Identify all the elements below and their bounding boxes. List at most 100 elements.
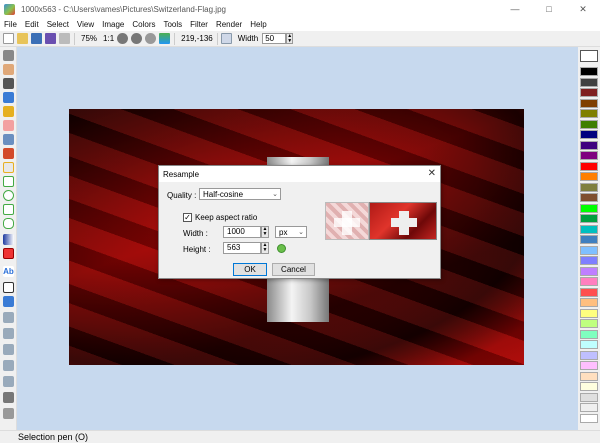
toolbar-divider (216, 32, 218, 45)
actual-size-button[interactable]: 1:1 (103, 34, 114, 43)
preview-cross (391, 218, 417, 227)
color-swatch[interactable] (580, 361, 598, 370)
width-spinner[interactable]: ▲ ▼ (261, 226, 269, 238)
color-swatch[interactable] (580, 256, 598, 265)
color-swatch[interactable] (580, 319, 598, 328)
color-swatch[interactable] (580, 224, 598, 234)
color-swatch[interactable] (580, 161, 598, 171)
color-swatch[interactable] (580, 182, 598, 192)
color-swatch[interactable] (580, 329, 598, 339)
layers-icon[interactable] (159, 33, 171, 44)
quality-select[interactable]: Half-cosine ⌄ (199, 188, 281, 200)
color-swatch[interactable] (580, 98, 598, 108)
zoom-fit-icon[interactable] (145, 33, 157, 44)
color-swatch[interactable] (580, 287, 598, 297)
link-ratio-icon[interactable] (277, 244, 286, 253)
color-swatch[interactable] (580, 413, 598, 423)
color-swatch[interactable] (580, 130, 598, 139)
menu-help[interactable]: Help (246, 20, 270, 29)
ok-button[interactable]: OK (233, 263, 267, 276)
dots-icon[interactable] (3, 360, 14, 371)
color-swatch[interactable] (580, 403, 598, 412)
ellipse-icon[interactable] (3, 190, 14, 201)
open-folder-icon[interactable] (17, 33, 28, 44)
save-as-icon[interactable] (45, 33, 56, 44)
maximize-icon[interactable]: □ (532, 0, 566, 18)
eraser-icon[interactable] (3, 120, 14, 131)
color-swatch[interactable] (580, 298, 598, 307)
color-swatch[interactable] (580, 371, 598, 381)
grid-deform-icon[interactable] (3, 282, 14, 293)
primary-secondary-colors[interactable] (580, 50, 598, 62)
color-swatch[interactable] (580, 67, 598, 76)
layer-tool-icon[interactable] (3, 296, 14, 307)
menu-filter[interactable]: Filter (186, 20, 212, 29)
color-swatch[interactable] (580, 340, 598, 349)
dialog-close-icon[interactable]: ✕ (428, 168, 436, 179)
save-icon[interactable] (31, 33, 42, 44)
fill-icon[interactable] (3, 106, 14, 117)
zoom-in-icon[interactable] (117, 33, 129, 44)
resampled-preview (369, 202, 437, 240)
menu-image[interactable]: Image (98, 20, 128, 29)
color-swatch[interactable] (580, 245, 598, 255)
selection-grid-icon[interactable] (3, 50, 14, 61)
zoom-out-icon[interactable] (131, 33, 143, 44)
color-swatch[interactable] (580, 235, 598, 244)
color-swatch[interactable] (580, 350, 598, 360)
hand-icon[interactable] (3, 64, 14, 75)
dots-icon[interactable] (3, 376, 14, 387)
color-swatch[interactable] (580, 214, 598, 223)
text-tool-icon[interactable]: Ab (3, 266, 14, 277)
wand-icon[interactable] (3, 392, 14, 403)
menu-render[interactable]: Render (212, 20, 246, 29)
copy-icon[interactable] (59, 33, 70, 44)
gradient-icon[interactable] (3, 234, 14, 245)
color-swatch[interactable] (580, 119, 598, 129)
color-swatch[interactable] (580, 382, 598, 391)
rectangle-icon[interactable] (3, 176, 14, 187)
color-swatch[interactable] (580, 140, 598, 150)
height-input[interactable]: 563 (223, 242, 261, 254)
menu-edit[interactable]: Edit (21, 20, 43, 29)
color-swatch[interactable] (580, 266, 598, 276)
menu-file[interactable]: File (0, 20, 21, 29)
close-icon[interactable]: ✕ (566, 0, 600, 18)
dots-icon[interactable] (3, 344, 14, 355)
menu-colors[interactable]: Colors (128, 20, 159, 29)
cancel-button[interactable]: Cancel (272, 263, 315, 276)
unit-select[interactable]: px ⌄ (275, 226, 307, 238)
menu-select[interactable]: Select (43, 20, 73, 29)
color-swatch[interactable] (580, 308, 598, 318)
menu-tools[interactable]: Tools (159, 20, 186, 29)
pen-width-input[interactable]: 50 (262, 33, 287, 44)
color-swatch[interactable] (580, 77, 598, 87)
color-swatch[interactable] (580, 193, 598, 202)
pen-icon[interactable] (3, 78, 14, 89)
color-swatch[interactable] (580, 172, 598, 181)
color-swatch[interactable] (580, 277, 598, 286)
color-swatch[interactable] (580, 203, 598, 213)
stamp-icon[interactable] (3, 148, 14, 159)
brush-icon[interactable] (3, 92, 14, 103)
crop-icon[interactable] (3, 408, 14, 419)
height-spinner[interactable]: ▲ ▼ (261, 242, 269, 254)
shape-icon[interactable] (3, 248, 14, 259)
color-picker-icon[interactable] (3, 134, 14, 145)
dots-icon[interactable] (3, 328, 14, 339)
pen-width-spinner[interactable]: ▲ ▼ (286, 33, 294, 44)
spline-icon[interactable] (3, 218, 14, 229)
color-swatch[interactable] (580, 392, 598, 402)
color-swatch[interactable] (580, 151, 598, 160)
width-input[interactable]: 1000 (223, 226, 261, 238)
color-swatch[interactable] (580, 109, 598, 118)
minimize-icon[interactable]: — (498, 0, 532, 18)
new-file-icon[interactable] (3, 33, 14, 44)
menu-view[interactable]: View (73, 20, 98, 29)
color-swatch[interactable] (580, 88, 598, 97)
selection-pen-icon[interactable] (3, 162, 14, 173)
keep-aspect-checkbox[interactable]: ✓ (183, 213, 192, 222)
dots-icon[interactable] (3, 312, 14, 323)
width-label: Width : (183, 229, 208, 238)
polygon-icon[interactable] (3, 204, 14, 215)
